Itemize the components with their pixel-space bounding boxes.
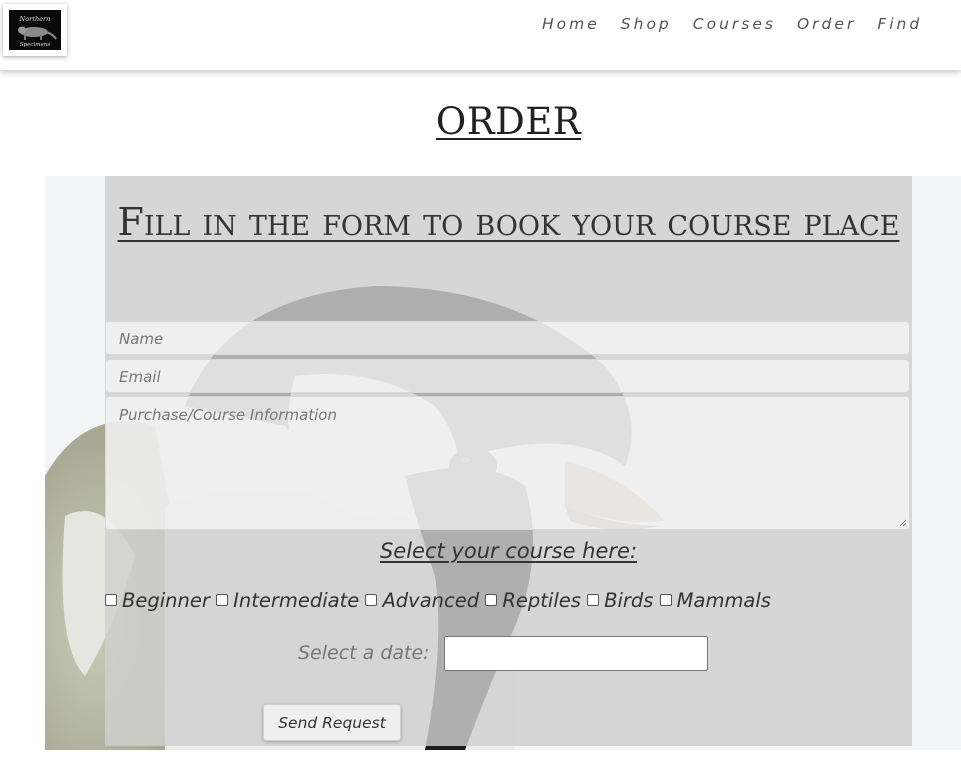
course-label: Advanced [382, 589, 480, 612]
checkbox-reptiles[interactable] [485, 594, 498, 606]
course-label: Reptiles [502, 589, 581, 612]
form-heading: Fill in the form to book your course pla… [105, 198, 912, 246]
name-field[interactable]: Name [105, 321, 910, 355]
nav-home[interactable]: Home [542, 15, 600, 33]
email-field[interactable]: Email [105, 359, 910, 393]
course-option-birds[interactable]: Birds [587, 589, 653, 612]
info-textarea[interactable]: Purchase/Course Information [105, 396, 910, 530]
course-heading: Select your course here: [379, 539, 638, 563]
page-title: ORDER [435, 100, 582, 143]
logo-otter-icon: Northern Specimens [9, 10, 61, 50]
nav-courses[interactable]: Courses [693, 15, 776, 33]
course-option-intermediate[interactable]: Intermediate [216, 589, 359, 612]
logo-badge: Northern Specimens [9, 10, 61, 50]
checkbox-beginner[interactable] [105, 594, 117, 606]
course-label: Intermediate [233, 589, 360, 612]
course-options: Beginner Intermediate Advanced Reptiles … [105, 589, 771, 612]
email-placeholder: Email [119, 368, 161, 386]
course-option-beginner[interactable]: Beginner [105, 589, 210, 612]
course-option-mammals[interactable]: Mammals [659, 589, 771, 612]
nav-order[interactable]: Order [797, 15, 856, 33]
logo-text-bottom: Specimens [20, 42, 50, 48]
checkbox-mammals[interactable] [659, 594, 672, 606]
checkbox-intermediate[interactable] [216, 594, 229, 606]
checkbox-advanced[interactable] [365, 594, 378, 606]
course-option-advanced[interactable]: Advanced [365, 589, 479, 612]
course-label: Birds [604, 589, 654, 612]
site-logo[interactable]: Northern Specimens [3, 4, 67, 56]
info-placeholder: Purchase/Course Information [119, 406, 337, 424]
booking-form-panel: Fill in the form to book your course pla… [105, 176, 912, 746]
course-label: Beginner [122, 589, 210, 612]
date-label: Select a date: [298, 642, 430, 664]
date-input[interactable] [444, 636, 708, 671]
checkbox-birds[interactable] [587, 594, 600, 606]
send-request-button[interactable]: Send Request [263, 704, 401, 741]
nav-find[interactable]: Find [877, 15, 922, 33]
nav-shop[interactable]: Shop [621, 15, 672, 33]
course-label: Mammals [676, 589, 771, 612]
name-placeholder: Name [119, 330, 164, 348]
form-heading-text: Fill in the form to book your course pla… [117, 200, 900, 244]
course-option-reptiles[interactable]: Reptiles [485, 589, 581, 612]
logo-text-top: Northern [19, 15, 51, 23]
resize-grip-icon[interactable] [899, 519, 907, 527]
main-nav: Home Shop Courses Order Find [542, 15, 943, 33]
site-header: Northern Specimens Home Shop Courses Order F… [0, 0, 961, 70]
